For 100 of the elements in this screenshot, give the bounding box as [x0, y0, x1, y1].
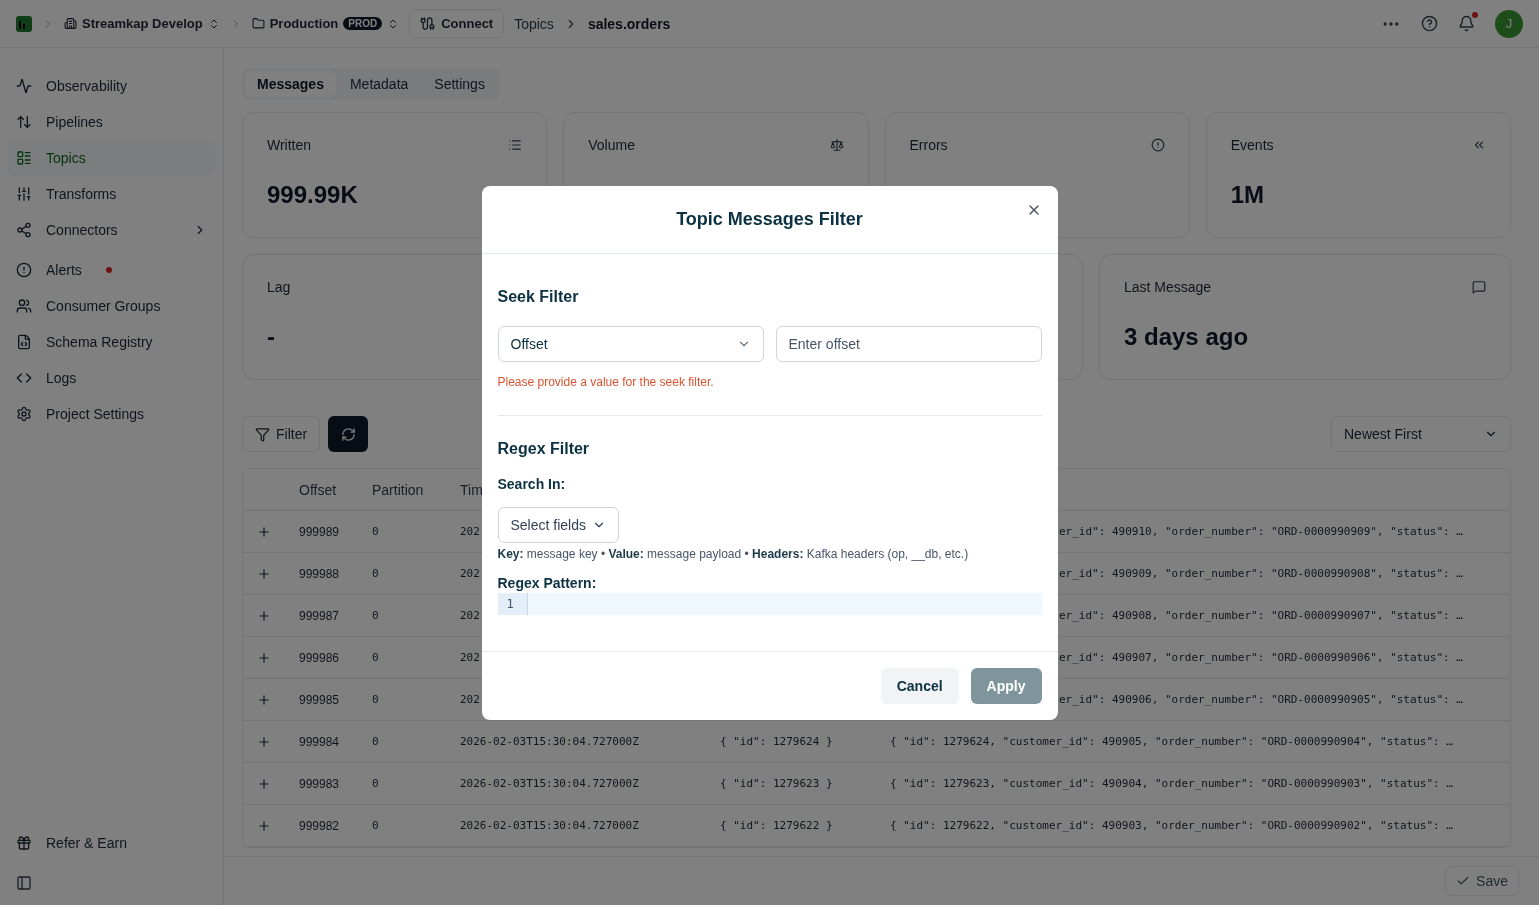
list-icon: [16, 150, 32, 166]
org-switcher[interactable]: Streamkap Develop: [64, 16, 220, 31]
table-cell: er_id": 490908, "order_number": "ORD-0000990907", "status": …: [1059, 609, 1463, 622]
sidebar-toggle-icon[interactable]: [16, 875, 32, 891]
chevrons-left-icon: [1472, 138, 1486, 152]
expand-icon[interactable]: [257, 524, 271, 539]
tab[interactable]: Messages: [245, 71, 336, 97]
table-cell: 0: [372, 693, 379, 706]
expand-icon[interactable]: [257, 692, 271, 707]
filter-icon: [255, 426, 270, 442]
expand-icon[interactable]: [257, 566, 271, 581]
sidebar-item[interactable]: Project Settings: [8, 396, 215, 432]
sidebar-item[interactable]: Topics: [8, 140, 215, 176]
seek-type-select[interactable]: Offset: [497, 325, 764, 362]
project-switcher[interactable]: Production PROD: [251, 16, 400, 31]
dialog-title: Topic Messages Filter: [676, 208, 863, 230]
table-cell: er_id": 490907, "order_number": "ORD-0000990906", "status": …: [1059, 651, 1463, 664]
stat-value: 1M: [1230, 181, 1265, 209]
alert-icon: [16, 262, 32, 278]
sidebar-item[interactable]: Observability: [8, 68, 215, 104]
stat-label: Last Message: [1124, 279, 1212, 295]
expand-icon[interactable]: [257, 608, 271, 623]
regex-editor[interactable]: 1: [497, 592, 1042, 615]
field-label: Search In:: [497, 475, 566, 492]
tab[interactable]: Metadata: [337, 71, 421, 97]
table-cell: 999987: [299, 608, 340, 623]
sidebar-item[interactable]: Connectors: [8, 212, 215, 248]
table-cell: 202: [460, 651, 480, 664]
breadcrumb-link[interactable]: Topics: [514, 15, 554, 32]
stat-value: -: [267, 323, 275, 351]
line-number: 1: [497, 592, 528, 615]
section-heading: Regex Filter: [497, 439, 590, 458]
column-header: Offset: [299, 481, 337, 498]
expand-icon[interactable]: [257, 734, 271, 749]
stat-value: 3 days ago: [1124, 323, 1249, 351]
table-cell: 0: [372, 651, 379, 664]
section-heading: Seek Filter: [497, 287, 579, 306]
table-cell: er_id": 490910, "order_number": "ORD-0000990909", "status": …: [1059, 525, 1463, 538]
table-cell: { "id": 1279624 }: [720, 735, 833, 748]
table-cell: 0: [372, 525, 379, 538]
sidebar-item[interactable]: Schema Registry: [8, 324, 215, 360]
column-header: Tim: [460, 481, 483, 498]
bell-icon[interactable]: [1458, 15, 1475, 32]
table-cell: 202: [460, 609, 480, 622]
user-avatar[interactable]: J: [1495, 9, 1523, 38]
help-text: Key: message key • Value: message payload • Headers: Kafka headers (op, __db, etc.): [497, 546, 969, 561]
sliders-icon: [16, 186, 32, 202]
error-message: Please provide a value for the seek filter.: [497, 374, 714, 389]
stat-label: Written: [267, 137, 312, 153]
tab[interactable]: Settings: [422, 71, 497, 97]
table-cell: 202: [460, 693, 480, 706]
gift-icon: [16, 835, 32, 851]
table-cell: { "id": 1279623, "customer_id": 490904, "order_number": "ORD-0000990903", "status": …: [890, 777, 1453, 790]
table-cell: 0: [372, 777, 379, 790]
table-cell: 0: [372, 567, 379, 580]
table-cell: 999984: [299, 734, 340, 749]
offset-input[interactable]: Enter offset: [775, 325, 1042, 362]
sidebar-item[interactable]: Consumer Groups: [8, 288, 215, 324]
table-cell: 2026-02-03T15:30:04.727000Z: [460, 819, 639, 832]
cable-icon: [420, 16, 436, 31]
table-cell: 0: [372, 819, 379, 832]
topic-name: sales.orders: [587, 15, 671, 32]
cancel-button[interactable]: Cancel: [880, 667, 959, 704]
refresh-button[interactable]: [328, 416, 369, 452]
table-cell: 999986: [299, 650, 340, 665]
sidebar-item[interactable]: Logs: [8, 360, 215, 396]
check-icon: [1456, 874, 1471, 888]
table-cell: er_id": 490906, "order_number": "ORD-0000990905", "status": …: [1059, 693, 1463, 706]
table-cell: 999983: [299, 776, 340, 791]
sort-select[interactable]: Newest First: [1331, 416, 1511, 452]
stat-label: Volume: [588, 137, 635, 153]
users-icon: [16, 298, 32, 314]
help-icon[interactable]: [1421, 15, 1438, 32]
scale-icon: [829, 138, 844, 152]
share-icon: [16, 222, 32, 238]
folder-icon: [251, 17, 265, 30]
stat-label: Events: [1230, 137, 1274, 153]
table-cell: 2026-02-03T15:30:04.727000Z: [460, 777, 639, 790]
table-cell: 0: [372, 735, 379, 748]
fields-select[interactable]: Select fields: [497, 506, 619, 543]
sidebar-item[interactable]: Refer & Earn: [8, 825, 215, 861]
connect-button[interactable]: Connect: [409, 9, 505, 38]
sidebar-item[interactable]: Pipelines: [8, 104, 215, 140]
sidebar-item[interactable]: Alerts: [8, 252, 215, 288]
pulse-icon: [16, 78, 32, 94]
expand-icon[interactable]: [257, 818, 271, 833]
sidebar-item[interactable]: Transforms: [8, 176, 215, 212]
expand-icon[interactable]: [257, 776, 271, 791]
message-icon: [1472, 280, 1486, 294]
env-badge: PROD: [343, 17, 383, 30]
filter-button[interactable]: Filter: [242, 416, 321, 452]
table-cell: 202: [460, 525, 480, 538]
table-cell: { "id": 1279623 }: [720, 777, 833, 790]
expand-icon[interactable]: [257, 650, 271, 665]
table-cell: 999982: [299, 818, 340, 833]
refresh-icon: [340, 426, 356, 442]
code-icon: [16, 370, 32, 386]
logo-icon[interactable]: [16, 15, 32, 32]
building-icon: [64, 17, 77, 30]
file-code-icon: [16, 334, 32, 350]
